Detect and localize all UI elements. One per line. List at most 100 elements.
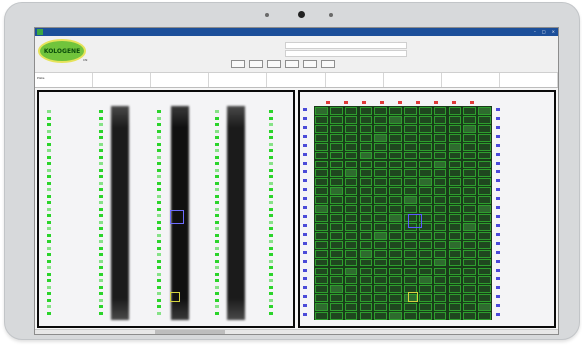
grid-well[interactable] [344, 151, 358, 160]
grid-well[interactable] [448, 142, 462, 151]
grid-well[interactable] [359, 294, 373, 303]
grid-well[interactable] [359, 169, 373, 178]
grid-well[interactable] [374, 249, 388, 258]
grid-well[interactable] [374, 231, 388, 240]
grid-well[interactable] [404, 276, 417, 285]
grid-well[interactable] [374, 267, 388, 276]
close-button[interactable]: × [552, 29, 555, 34]
grid-well[interactable] [359, 115, 373, 124]
grid-well[interactable] [418, 249, 432, 258]
grid-well[interactable] [329, 214, 343, 222]
grid-well[interactable] [344, 240, 358, 249]
grid-well[interactable] [463, 142, 477, 151]
grid-well[interactable] [404, 151, 417, 160]
grid-well[interactable] [315, 178, 328, 187]
grid-well[interactable] [344, 214, 358, 222]
grid-well[interactable] [478, 115, 491, 124]
grid-well[interactable] [433, 169, 447, 178]
grid-well[interactable] [329, 285, 343, 294]
grid-well[interactable] [374, 240, 388, 249]
grid-well[interactable] [478, 178, 491, 187]
grid-well[interactable] [389, 169, 402, 178]
grid-well[interactable] [404, 303, 417, 312]
grid-well[interactable] [344, 303, 358, 312]
grid-well[interactable] [463, 276, 477, 285]
grid-well[interactable] [478, 222, 491, 231]
grid-well[interactable] [359, 285, 373, 294]
grid-well[interactable] [344, 258, 358, 267]
grid-well[interactable] [448, 276, 462, 285]
grid-well[interactable] [359, 205, 373, 213]
grid-well[interactable] [329, 294, 343, 303]
grid-well[interactable] [389, 187, 402, 196]
grid-well[interactable] [478, 312, 491, 320]
grid-well[interactable] [344, 169, 358, 178]
grid-well[interactable] [463, 214, 477, 222]
grid-well[interactable] [344, 160, 358, 169]
grid-well[interactable] [448, 267, 462, 276]
grid-well[interactable] [404, 249, 417, 258]
grid-well[interactable] [344, 249, 358, 258]
grid-well[interactable] [389, 231, 402, 240]
grid-well[interactable] [448, 205, 462, 213]
grid-well[interactable] [374, 214, 388, 222]
grid-well[interactable] [315, 142, 328, 151]
grid-well[interactable] [448, 285, 462, 294]
grid-well[interactable] [448, 107, 462, 115]
grid-well[interactable] [404, 205, 417, 213]
grid-well[interactable] [478, 205, 491, 213]
grid-well[interactable] [463, 258, 477, 267]
grid-well[interactable] [478, 187, 491, 196]
grid-well[interactable] [315, 107, 328, 115]
grid-well[interactable] [433, 142, 447, 151]
grid-well[interactable] [478, 214, 491, 222]
grid-well[interactable] [448, 214, 462, 222]
grid-well[interactable] [389, 222, 402, 231]
grid-well[interactable] [433, 187, 447, 196]
grid-well[interactable] [374, 196, 388, 205]
grid-well[interactable] [463, 312, 477, 320]
grid-well[interactable] [433, 276, 447, 285]
grid-well[interactable] [463, 151, 477, 160]
grid-well[interactable] [433, 133, 447, 142]
grid-well[interactable] [315, 214, 328, 222]
grid-well[interactable] [389, 312, 402, 320]
grid-well[interactable] [478, 133, 491, 142]
grid-well[interactable] [463, 160, 477, 169]
grid-well[interactable] [463, 124, 477, 133]
grid-well[interactable] [315, 267, 328, 276]
grid-well[interactable] [374, 258, 388, 267]
grid-well[interactable] [404, 142, 417, 151]
grid-well[interactable] [329, 160, 343, 169]
left-scan-panel[interactable] [37, 90, 295, 328]
grid-well[interactable] [329, 107, 343, 115]
grid-well[interactable] [389, 196, 402, 205]
grid-well[interactable] [389, 285, 402, 294]
grid-well[interactable] [433, 205, 447, 213]
grid-well[interactable] [374, 285, 388, 294]
grid-well[interactable] [404, 267, 417, 276]
grid-well[interactable] [448, 115, 462, 124]
grid-well[interactable] [433, 107, 447, 115]
grid-well[interactable] [389, 303, 402, 312]
grid-well[interactable] [329, 240, 343, 249]
grid-well[interactable] [374, 142, 388, 151]
grid-well[interactable] [329, 151, 343, 160]
grid-well[interactable] [404, 231, 417, 240]
grid-well[interactable] [374, 107, 388, 115]
grid-well[interactable] [344, 178, 358, 187]
grid-well[interactable] [463, 267, 477, 276]
grid-well[interactable] [404, 160, 417, 169]
grid-well[interactable] [448, 312, 462, 320]
grid-well[interactable] [433, 294, 447, 303]
grid-well[interactable] [478, 169, 491, 178]
toolbar-button-2[interactable] [249, 60, 263, 68]
grid-well[interactable] [418, 124, 432, 133]
grid-well[interactable] [404, 258, 417, 267]
grid-well[interactable] [433, 303, 447, 312]
grid-well[interactable] [418, 312, 432, 320]
grid-well[interactable] [359, 258, 373, 267]
grid-well[interactable] [389, 124, 402, 133]
grid-well[interactable] [315, 124, 328, 133]
grid-well[interactable] [463, 294, 477, 303]
